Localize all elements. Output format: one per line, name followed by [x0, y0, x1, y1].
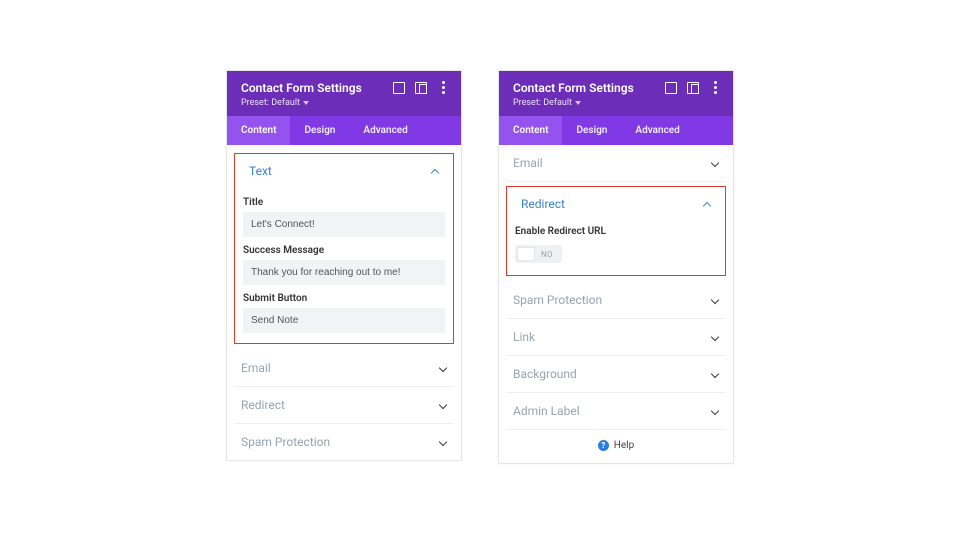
caret-down-icon: [303, 101, 309, 105]
help-icon: ?: [598, 440, 609, 451]
panel-header: Contact Form Settings Preset: Default: [227, 71, 461, 116]
section-redirect: Redirect: [235, 387, 453, 424]
toggle-knob: [517, 247, 535, 261]
submit-input[interactable]: [243, 308, 445, 333]
more-icon[interactable]: [709, 81, 721, 94]
more-icon[interactable]: [437, 81, 449, 94]
highlighted-text-section: Text Title Success Message Submit Button: [234, 153, 454, 344]
toggle-state-label: NO: [535, 250, 560, 259]
chevron-down-icon: [711, 407, 719, 415]
highlighted-redirect-section: Redirect Enable Redirect URL NO: [506, 186, 726, 276]
section-email-title: Email: [513, 156, 543, 170]
panel-title: Contact Form Settings: [513, 81, 634, 95]
section-email-head[interactable]: Email: [235, 350, 453, 386]
section-link-title: Link: [513, 330, 535, 344]
section-redirect-head[interactable]: Redirect: [235, 387, 453, 423]
section-background: Background: [507, 356, 725, 393]
section-email-head[interactable]: Email: [507, 145, 725, 181]
panel-header: Contact Form Settings Preset: Default: [499, 71, 733, 116]
chevron-down-icon: [711, 296, 719, 304]
preset-dropdown[interactable]: Preset: Default: [513, 98, 634, 108]
chevron-down-icon: [711, 333, 719, 341]
section-spam-head[interactable]: Spam Protection: [507, 282, 725, 318]
header-icons: [393, 81, 449, 94]
tab-design[interactable]: Design: [290, 116, 349, 145]
chevron-down-icon: [711, 370, 719, 378]
expand-icon[interactable]: [665, 82, 677, 94]
section-admin-label: Admin Label: [507, 393, 725, 430]
title-field-label: Title: [243, 197, 445, 208]
section-background-head[interactable]: Background: [507, 356, 725, 392]
section-redirect-title: Redirect: [241, 398, 285, 412]
section-spam-title: Spam Protection: [513, 293, 602, 307]
section-redirect-head[interactable]: Redirect: [515, 195, 717, 222]
panel-title: Contact Form Settings: [241, 81, 362, 95]
section-spam-head[interactable]: Spam Protection: [235, 424, 453, 460]
section-redirect-title: Redirect: [521, 197, 565, 211]
section-spam: Spam Protection: [235, 424, 453, 460]
responsive-icon[interactable]: [415, 82, 427, 94]
header-left: Contact Form Settings Preset: Default: [241, 81, 362, 108]
panel-body: Email Redirect Enable Redirect URL NO Sp…: [499, 145, 733, 463]
chevron-up-icon: [703, 200, 711, 208]
tab-content[interactable]: Content: [499, 116, 562, 145]
help-label: Help: [614, 440, 634, 451]
tab-design[interactable]: Design: [562, 116, 621, 145]
section-spam-title: Spam Protection: [241, 435, 330, 449]
tabs: Content Design Advanced: [499, 116, 733, 145]
responsive-icon[interactable]: [687, 82, 699, 94]
chevron-down-icon: [439, 438, 447, 446]
settings-panel-right: Contact Form Settings Preset: Default Co…: [498, 70, 734, 464]
section-email: Email: [235, 350, 453, 387]
preset-dropdown[interactable]: Preset: Default: [241, 98, 362, 108]
section-email: Email: [507, 145, 725, 182]
chevron-down-icon: [439, 364, 447, 372]
submit-field-label: Submit Button: [243, 293, 445, 304]
section-admin-head[interactable]: Admin Label: [507, 393, 725, 429]
section-link-head[interactable]: Link: [507, 319, 725, 355]
enable-redirect-label: Enable Redirect URL: [515, 226, 717, 237]
chevron-up-icon: [431, 167, 439, 175]
chevron-down-icon: [711, 159, 719, 167]
panel-body: Text Title Success Message Submit Button…: [227, 145, 461, 460]
tab-advanced[interactable]: Advanced: [621, 116, 693, 145]
section-background-title: Background: [513, 367, 577, 381]
tab-content[interactable]: Content: [227, 116, 290, 145]
caret-down-icon: [575, 101, 581, 105]
success-field-label: Success Message: [243, 245, 445, 256]
header-left: Contact Form Settings Preset: Default: [513, 81, 634, 108]
title-input[interactable]: [243, 212, 445, 237]
section-admin-title: Admin Label: [513, 404, 580, 418]
preset-label: Preset: Default: [513, 98, 572, 108]
section-text-title: Text: [249, 164, 272, 178]
chevron-down-icon: [439, 401, 447, 409]
enable-redirect-toggle[interactable]: NO: [515, 245, 562, 263]
section-text-head[interactable]: Text: [243, 162, 445, 189]
preset-label: Preset: Default: [241, 98, 300, 108]
section-email-title: Email: [241, 361, 271, 375]
header-icons: [665, 81, 721, 94]
section-link: Link: [507, 319, 725, 356]
section-spam: Spam Protection: [507, 282, 725, 319]
tab-advanced[interactable]: Advanced: [349, 116, 421, 145]
expand-icon[interactable]: [393, 82, 405, 94]
help-link[interactable]: ? Help: [507, 430, 725, 463]
settings-panel-left: Contact Form Settings Preset: Default Co…: [226, 70, 462, 461]
tabs: Content Design Advanced: [227, 116, 461, 145]
success-input[interactable]: [243, 260, 445, 285]
